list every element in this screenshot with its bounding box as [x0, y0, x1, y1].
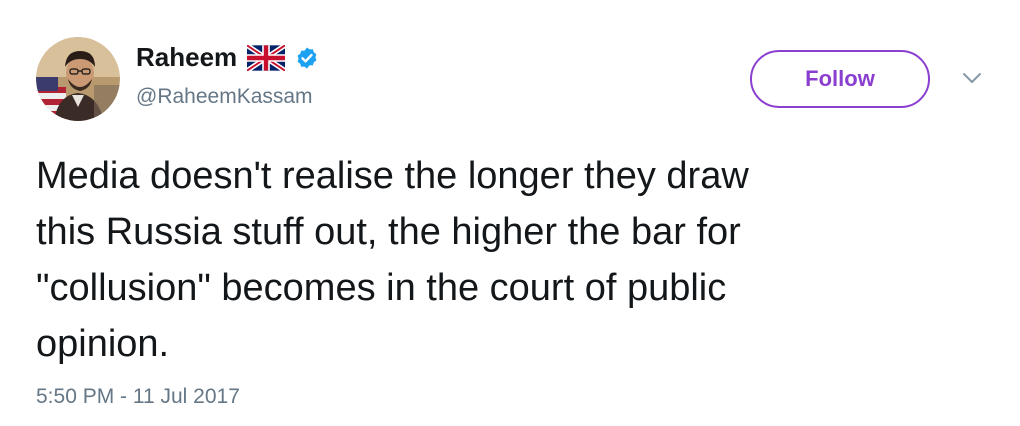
tweet-timestamp[interactable]: 5:50 PM - 11 Jul 2017 — [36, 385, 240, 409]
chevron-down-icon[interactable] — [960, 66, 984, 90]
author-name-row: Raheem — [136, 42, 319, 73]
author-handle[interactable]: @RaheemKassam — [136, 85, 313, 109]
follow-button[interactable]: Follow — [750, 50, 930, 108]
tweet-card: Raheem @RaheemKassam Follow Media doesn'… — [0, 0, 1020, 426]
verified-badge-icon — [295, 46, 319, 70]
avatar[interactable] — [36, 37, 120, 121]
tweet-text: Media doesn't realise the longer they dr… — [36, 155, 749, 365]
author-name[interactable]: Raheem — [136, 42, 237, 73]
union-jack-flag-icon — [247, 44, 286, 71]
